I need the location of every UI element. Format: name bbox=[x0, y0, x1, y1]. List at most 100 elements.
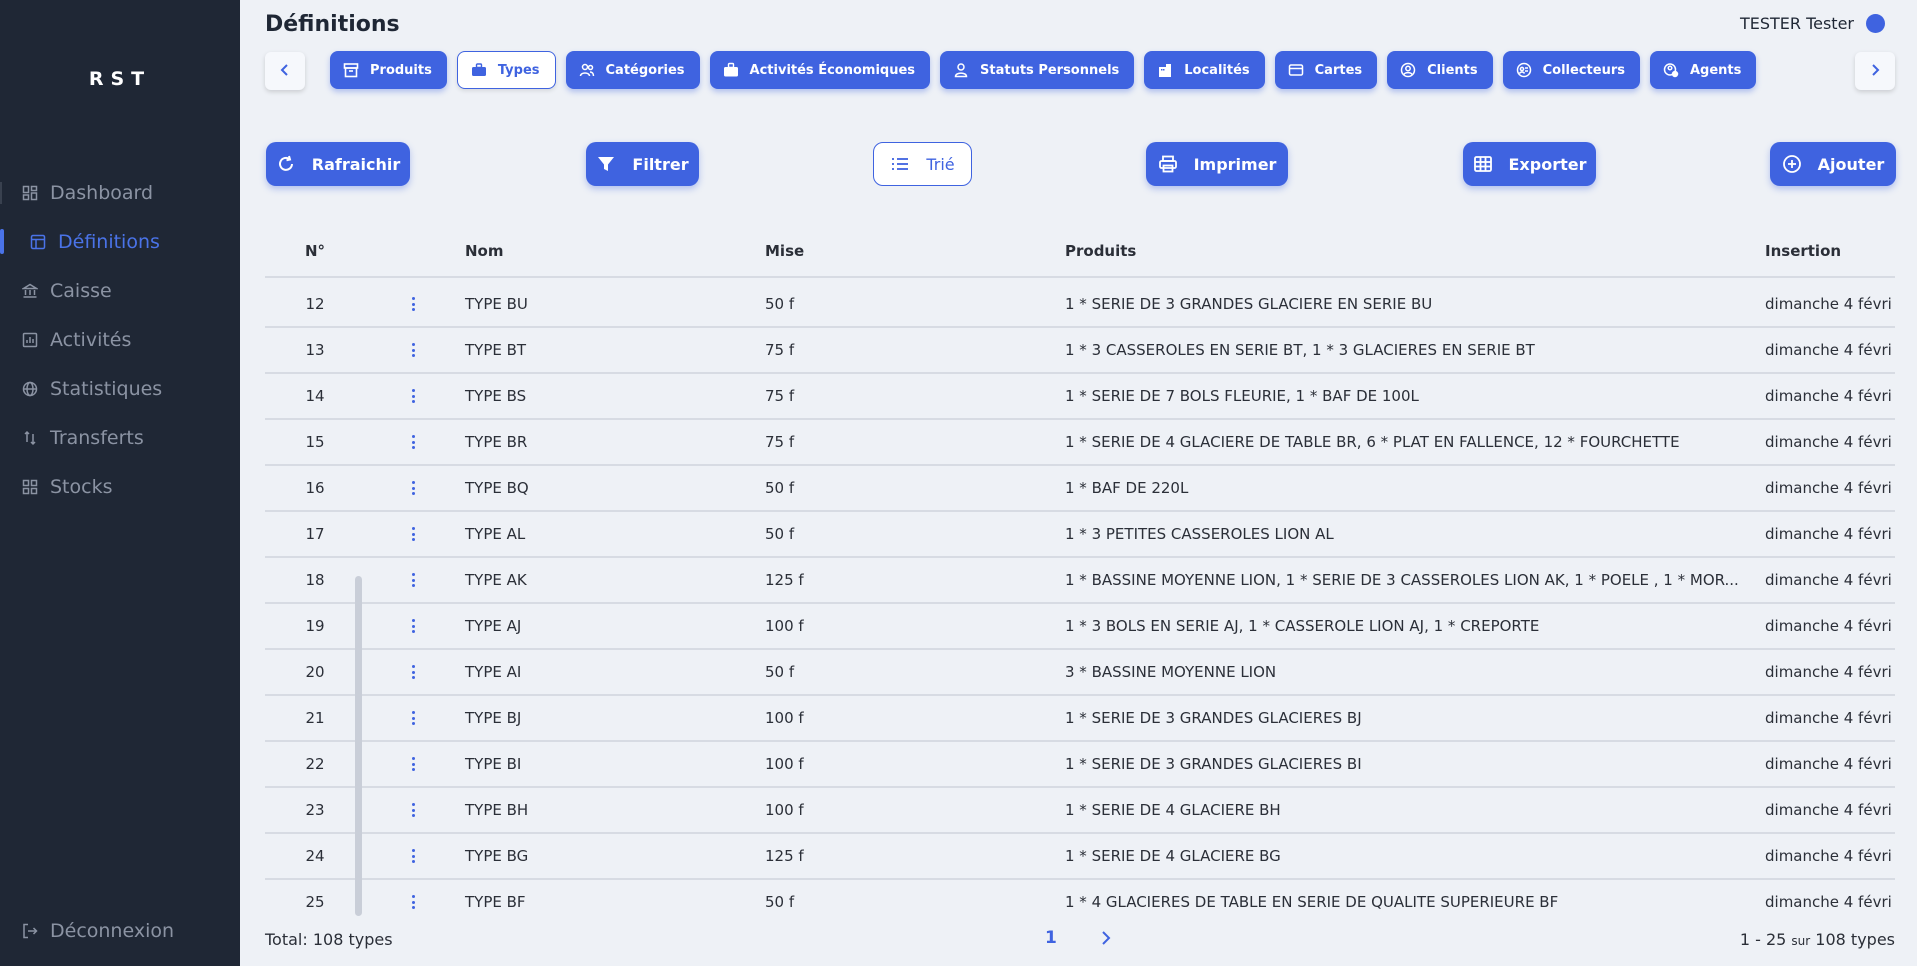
more-vertical-icon[interactable] bbox=[408, 843, 418, 869]
column-header-insertion[interactable]: Insertion bbox=[1765, 242, 1841, 260]
cell-produits: 1 * BASSINE MOYENNE LION, 1 * SERIE DE 3… bbox=[1065, 571, 1739, 589]
filter-label: Filtrer bbox=[632, 154, 689, 174]
table-row[interactable]: 14 TYPE BS 75 f 1 * SERIE DE 7 BOLS FLEURIE… bbox=[265, 374, 1895, 420]
cell-produits: 1 * BAF DE 220L bbox=[1065, 479, 1189, 497]
layout-icon bbox=[30, 234, 46, 250]
column-header-mise[interactable]: Mise bbox=[765, 242, 804, 260]
table-scrollbar[interactable] bbox=[355, 576, 362, 916]
table-row[interactable]: 23 TYPE BH 100 f 1 * SERIE DE 4 GLACIERE BH… bbox=[265, 788, 1895, 834]
table-row[interactable]: 25 TYPE BF 50 f 1 * 4 GLACIERES DE TABLE EN… bbox=[265, 880, 1895, 912]
more-vertical-icon[interactable] bbox=[408, 889, 418, 912]
more-vertical-icon[interactable] bbox=[408, 337, 418, 363]
chevron-right-icon[interactable] bbox=[1099, 930, 1113, 946]
sidebar-item-label: Caisse bbox=[50, 279, 112, 302]
logout-button[interactable]: Déconnexion bbox=[22, 920, 174, 942]
tab-localites[interactable]: Localités bbox=[1144, 51, 1265, 89]
app-logo: RST bbox=[88, 68, 152, 90]
tab-label: Localités bbox=[1184, 62, 1250, 78]
table-row[interactable]: 16 TYPE BQ 50 f 1 * BAF DE 220L dimanche 4 f… bbox=[265, 466, 1895, 512]
more-vertical-icon[interactable] bbox=[408, 613, 418, 639]
table-row[interactable]: 21 TYPE BJ 100 f 1 * SERIE DE 3 GRANDES GLA… bbox=[265, 696, 1895, 742]
column-header-num[interactable]: N° bbox=[305, 242, 325, 260]
more-vertical-icon[interactable] bbox=[408, 659, 418, 685]
sidebar-item-dashboard[interactable]: Dashboard bbox=[0, 168, 240, 217]
tabs-next-button[interactable] bbox=[1855, 52, 1895, 90]
cell-insertion: dimanche 4 févri bbox=[1765, 893, 1892, 911]
table-row[interactable]: 13 TYPE BT 75 f 1 * 3 CASSEROLES EN SERIE B… bbox=[265, 328, 1895, 374]
table-row[interactable]: 18 TYPE AK 125 f 1 * BASSINE MOYENNE LION, … bbox=[265, 558, 1895, 604]
more-vertical-icon[interactable] bbox=[408, 475, 418, 501]
printer-icon bbox=[1158, 154, 1178, 174]
sidebar-item-label: Dashboard bbox=[50, 181, 154, 204]
sidebar-item-stocks[interactable]: Stocks bbox=[0, 462, 240, 511]
tab-agents[interactable]: Agents bbox=[1649, 51, 1757, 89]
cell-insertion: dimanche 4 févri bbox=[1765, 663, 1892, 681]
table-row[interactable]: 19 TYPE AJ 100 f 1 * 3 BOLS EN SERIE AJ, 1 … bbox=[265, 604, 1895, 650]
table-row[interactable]: 22 TYPE BI 100 f 1 * SERIE DE 3 GRANDES GLA… bbox=[265, 742, 1895, 788]
column-header-produits[interactable]: Produits bbox=[1065, 242, 1136, 260]
list-icon bbox=[890, 154, 910, 174]
more-vertical-icon[interactable] bbox=[408, 521, 418, 547]
table-row[interactable]: 24 TYPE BG 125 f 1 * SERIE DE 4 GLACIERE BG… bbox=[265, 834, 1895, 880]
briefcase-icon bbox=[471, 62, 487, 78]
table-row[interactable]: 15 TYPE BR 75 f 1 * SERIE DE 4 GLACIERE DE … bbox=[265, 420, 1895, 466]
types-table: N° Nom Mise Produits Insertion 12 TYPE BU… bbox=[265, 230, 1895, 911]
print-button[interactable]: Imprimer bbox=[1146, 142, 1288, 186]
total-count: Total: 108 types bbox=[265, 930, 393, 949]
user-circle-icon bbox=[1400, 62, 1416, 78]
avatar[interactable] bbox=[1866, 14, 1885, 33]
more-vertical-icon[interactable] bbox=[408, 291, 418, 317]
more-vertical-icon[interactable] bbox=[408, 429, 418, 455]
more-vertical-icon[interactable] bbox=[408, 797, 418, 823]
user-menu[interactable]: TESTER Tester bbox=[1740, 14, 1885, 33]
cell-mise: 125 f bbox=[765, 847, 804, 865]
sidebar-item-statistiques[interactable]: Statistiques bbox=[0, 364, 240, 413]
column-header-nom[interactable]: Nom bbox=[465, 242, 504, 260]
cell-nom: TYPE BT bbox=[465, 341, 527, 359]
refresh-button[interactable]: Rafraichir bbox=[266, 142, 410, 186]
table-row[interactable]: 12 TYPE BU 50 f 1 * SERIE DE 3 GRANDES GLAC… bbox=[265, 282, 1895, 328]
tabs-prev-button[interactable] bbox=[265, 52, 305, 90]
tab-produits[interactable]: Produits bbox=[330, 51, 447, 89]
cell-num: 22 bbox=[305, 755, 325, 773]
sidebar-item-transferts[interactable]: Transferts bbox=[0, 413, 240, 462]
table-row[interactable]: 20 TYPE AI 50 f 3 * BASSINE MOYENNE LION dim… bbox=[265, 650, 1895, 696]
sidebar-item-activites[interactable]: Activités bbox=[0, 315, 240, 364]
bank-icon bbox=[22, 283, 38, 299]
sidebar-item-caisse[interactable]: Caisse bbox=[0, 266, 240, 315]
cell-produits: 1 * 3 CASSEROLES EN SERIE BT, 1 * 3 GLAC… bbox=[1065, 341, 1535, 359]
filter-icon bbox=[596, 154, 616, 174]
person-icon bbox=[953, 62, 969, 78]
cell-num: 21 bbox=[305, 709, 325, 727]
cell-nom: TYPE AI bbox=[465, 663, 522, 681]
more-vertical-icon[interactable] bbox=[408, 705, 418, 731]
cell-produits: 1 * 3 BOLS EN SERIE AJ, 1 * CASSEROLE LI… bbox=[1065, 617, 1540, 635]
filter-button[interactable]: Filtrer bbox=[586, 142, 699, 186]
tab-clients[interactable]: Clients bbox=[1387, 51, 1493, 89]
sidebar-item-definitions[interactable]: Définitions bbox=[0, 217, 240, 266]
table-row[interactable]: 17 TYPE AL 50 f 1 * 3 PETITES CASSEROLES LI… bbox=[265, 512, 1895, 558]
cell-produits: 1 * SERIE DE 3 GRANDES GLACIERE EN SERIE… bbox=[1065, 295, 1433, 313]
tab-activites-economiques[interactable]: Activités Économiques bbox=[709, 51, 931, 89]
tab-statuts-personnels[interactable]: Statuts Personnels bbox=[940, 51, 1135, 89]
cell-num: 14 bbox=[305, 387, 325, 405]
tab-categories[interactable]: Catégories bbox=[565, 51, 700, 89]
cell-produits: 1 * SERIE DE 4 GLACIERE BH bbox=[1065, 801, 1281, 819]
chevron-right-icon bbox=[1868, 62, 1882, 81]
more-vertical-icon[interactable] bbox=[408, 383, 418, 409]
sidebar-nav: Dashboard Définitions Caisse Activités S… bbox=[0, 168, 240, 511]
tab-label: Catégories bbox=[605, 62, 685, 78]
tab-cartes[interactable]: Cartes bbox=[1274, 51, 1378, 89]
tab-collecteurs[interactable]: Collecteurs bbox=[1502, 51, 1640, 89]
more-vertical-icon[interactable] bbox=[408, 751, 418, 777]
add-button[interactable]: Ajouter bbox=[1770, 142, 1896, 186]
cell-insertion: dimanche 4 févri bbox=[1765, 387, 1892, 405]
cell-mise: 50 f bbox=[765, 663, 795, 681]
sort-button[interactable]: Trié bbox=[873, 142, 972, 186]
tab-types[interactable]: Types bbox=[456, 51, 556, 89]
export-button[interactable]: Exporter bbox=[1463, 142, 1596, 186]
more-vertical-icon[interactable] bbox=[408, 567, 418, 593]
cell-produits: 1 * 3 PETITES CASSEROLES LION AL bbox=[1065, 525, 1334, 543]
page-number[interactable]: 1 bbox=[1045, 928, 1057, 948]
cell-nom: TYPE BJ bbox=[465, 709, 522, 727]
